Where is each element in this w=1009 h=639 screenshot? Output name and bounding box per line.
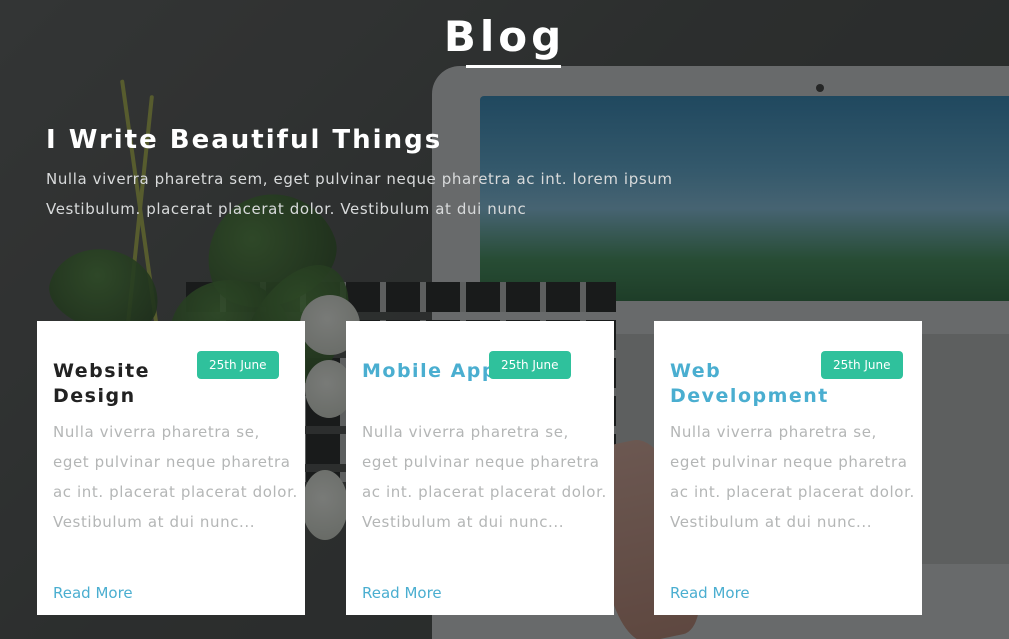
hero-text: Nulla viverra pharetra sem, eget pulvina… [46, 170, 673, 218]
page-title: Blog [443, 12, 566, 61]
hero-heading: I Write Beautiful Things [46, 125, 443, 155]
title-underline [466, 65, 561, 68]
read-more-link[interactable]: Read More [53, 584, 133, 602]
card-excerpt: Nulla viverra pharetra se, eget pulvinar… [53, 423, 298, 531]
blog-card: Web Development 25th June Nulla viverra … [654, 321, 922, 615]
read-more-link[interactable]: Read More [362, 584, 442, 602]
date-badge: 25th June [197, 351, 279, 379]
card-excerpt: Nulla viverra pharetra se, eget pulvinar… [362, 423, 607, 531]
card-title: Website Design [53, 360, 151, 407]
date-badge: 25th June [489, 351, 571, 379]
read-more-link[interactable]: Read More [670, 584, 750, 602]
blog-card: Website Design 25th June Nulla viverra p… [37, 321, 305, 615]
card-title: Web Development [670, 360, 829, 407]
date-badge: 25th June [821, 351, 903, 379]
card-excerpt: Nulla viverra pharetra se, eget pulvinar… [670, 423, 915, 531]
blog-card: Mobile Apps 25th June Nulla viverra phar… [346, 321, 614, 615]
